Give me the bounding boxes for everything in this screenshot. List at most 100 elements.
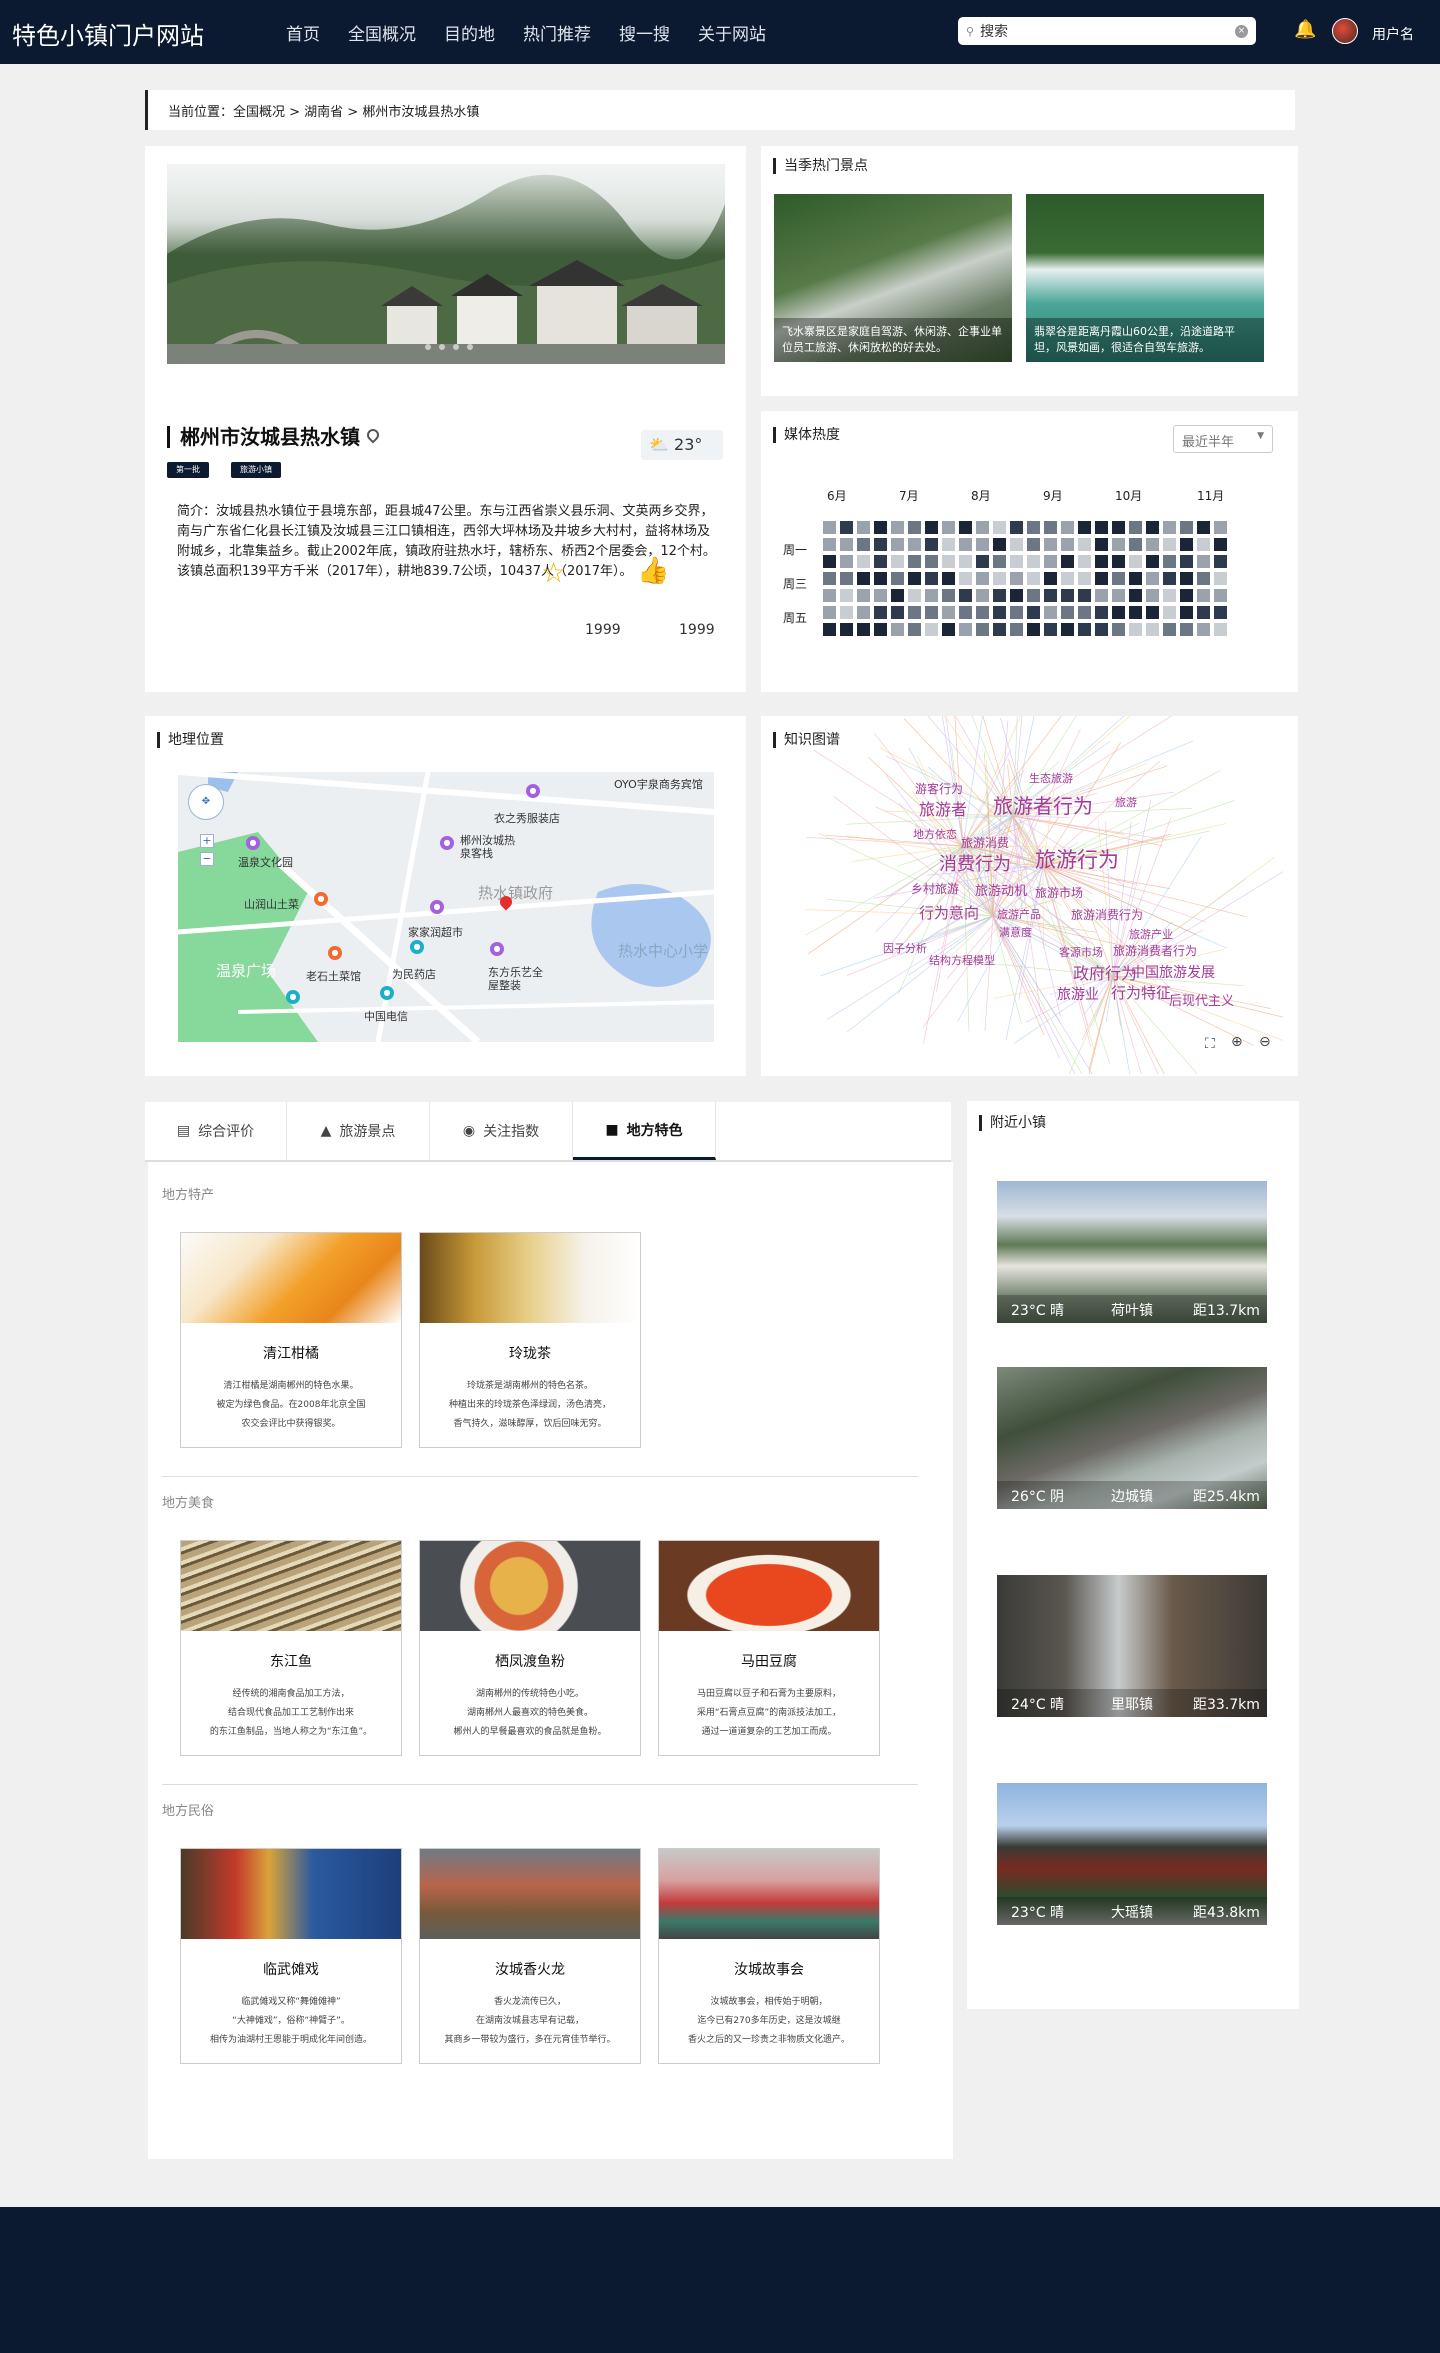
graph-node[interactable]: 政府行为 [1073,960,1137,984]
heatmap-cell[interactable] [993,538,1006,551]
heatmap-cell[interactable] [1112,589,1125,602]
zoom-in-icon[interactable]: + [200,834,214,848]
graph-node[interactable]: 行为意向 [919,902,979,923]
heatmap-cell[interactable] [857,606,870,619]
heatmap-cell[interactable] [1146,538,1159,551]
graph-node[interactable]: 旅游产业 [1129,926,1173,942]
heatmap-cell[interactable] [891,589,904,602]
heatmap-cell[interactable] [1010,623,1023,636]
heatmap-cell[interactable] [959,538,972,551]
heatmap-cell[interactable] [925,623,938,636]
heatmap-cell[interactable] [840,572,853,585]
heatmap-cell[interactable] [857,538,870,551]
heatmap-cell[interactable] [891,623,904,636]
heatmap-cell[interactable] [823,623,836,636]
nearby-town[interactable]: 26°C 阴 边城镇 距25.4km [997,1367,1267,1509]
poi-label[interactable]: 温泉广场 [216,960,276,981]
heatmap-cell[interactable] [823,606,836,619]
heatmap-cell[interactable] [1197,538,1210,551]
heatmap-cell[interactable] [976,538,989,551]
heatmap-cell[interactable] [1078,572,1091,585]
site-brand[interactable]: 特色小镇门户网站 [12,16,204,51]
poi-label[interactable]: 家家润超市 [408,924,463,940]
heatmap-cell[interactable] [925,538,938,551]
heatmap-cell[interactable] [1163,589,1176,602]
heatmap-cell[interactable] [1214,606,1227,619]
heatmap-cell[interactable] [1027,623,1040,636]
graph-node[interactable]: 旅游动机 [975,880,1027,899]
heatmap-cell[interactable] [1129,606,1142,619]
heatmap-cell[interactable] [1078,606,1091,619]
poi-label[interactable]: 郴州汝城热泉客栈 [460,834,520,860]
heatmap-cell[interactable] [959,572,972,585]
location-pin-icon[interactable] [364,426,382,444]
heatmap-cell[interactable] [993,589,1006,602]
heatmap-cell[interactable] [1044,538,1057,551]
heatmap-cell[interactable] [908,521,921,534]
zoom-out-icon[interactable]: − [200,852,214,866]
heatmap-cell[interactable] [1214,589,1227,602]
heatmap-cell[interactable] [942,572,955,585]
poi-marker[interactable]: ● [380,986,394,1000]
heatmap-cell[interactable] [976,623,989,636]
heatmap-cell[interactable] [1095,521,1108,534]
heatmap-cell[interactable] [1146,572,1159,585]
heatmap-cell[interactable] [993,606,1006,619]
heatmap-cell[interactable] [1197,572,1210,585]
heatmap-cell[interactable] [1044,572,1057,585]
poi-marker[interactable]: ● [526,784,540,798]
folk-card[interactable]: 汝城故事会 汝城故事会，相传始于明朝， 迄今已有270多年历史，这是汝城继 香火之后… [658,1848,880,2064]
heatmap-cell[interactable] [1197,589,1210,602]
star-icon[interactable]: ☆ [541,556,566,589]
heatmap-cell[interactable] [1129,555,1142,568]
heatmap-cell[interactable] [959,606,972,619]
heatmap-cell[interactable] [891,538,904,551]
heatmap-cell[interactable] [857,555,870,568]
heatmap-cell[interactable] [857,572,870,585]
zoom-out-icon[interactable]: ⊖ [1259,1034,1271,1050]
heatmap-cell[interactable] [1214,623,1227,636]
heatmap-cell[interactable] [993,572,1006,585]
heatmap-cell[interactable] [925,606,938,619]
period-select[interactable]: 最近半年 ▼ [1173,425,1273,453]
heatmap-cell[interactable] [1010,521,1023,534]
carousel-dots[interactable] [425,344,481,350]
food-card[interactable]: 马田豆腐 马田豆腐以豆子和石膏为主要原料， 采用“石膏点豆腐”的南派技法加工， 通过… [658,1540,880,1756]
poi-label[interactable]: 山润山土菜 [244,896,299,912]
heatmap-cell[interactable] [874,555,887,568]
heatmap-cell[interactable] [1078,538,1091,551]
graph-node[interactable]: 结构方程模型 [929,952,995,968]
heatmap-cell[interactable] [1180,572,1193,585]
heatmap-cell[interactable] [1061,623,1074,636]
graph-node[interactable]: 行为特征 [1111,982,1171,1003]
tab-spots[interactable]: ▲ 旅游景点 [287,1102,430,1160]
heatmap-cell[interactable] [1112,572,1125,585]
heatmap-cell[interactable] [1197,521,1210,534]
heatmap-cell[interactable] [1197,555,1210,568]
heatmap-cell[interactable] [1095,572,1108,585]
heatmap-cell[interactable] [1163,555,1176,568]
heatmap-cell[interactable] [1180,555,1193,568]
poi-label[interactable]: OYO宇泉商务宾馆 [614,776,703,792]
heatmap-cell[interactable] [840,555,853,568]
heatmap-cell[interactable] [993,623,1006,636]
poi-label[interactable]: 热水中心小学 [618,940,708,961]
heatmap-cell[interactable] [1163,606,1176,619]
tab-evaluation[interactable]: ▤ 综合评价 [145,1102,287,1160]
poi-label[interactable]: 老石土菜馆 [306,968,361,984]
town-hero-image[interactable] [167,164,725,364]
heatmap-cell[interactable] [1129,572,1142,585]
heatmap-cell[interactable] [925,589,938,602]
heatmap-cell[interactable] [1180,538,1193,551]
heatmap-cell[interactable] [1146,623,1159,636]
heatmap-cell[interactable] [1197,606,1210,619]
poi-label[interactable]: 衣之秀服装店 [494,810,560,826]
poi-label[interactable]: 中国电信 [364,1008,408,1024]
heatmap-cell[interactable] [1044,623,1057,636]
tab-local-feature[interactable]: ■ 地方特色 [573,1102,716,1160]
graph-node[interactable]: 生态旅游 [1029,770,1073,786]
graph-node[interactable]: 旅游者 [919,796,967,820]
heatmap-cell[interactable] [891,572,904,585]
graph-node[interactable]: 消费行为 [939,850,1011,876]
heatmap-cell[interactable] [823,555,836,568]
